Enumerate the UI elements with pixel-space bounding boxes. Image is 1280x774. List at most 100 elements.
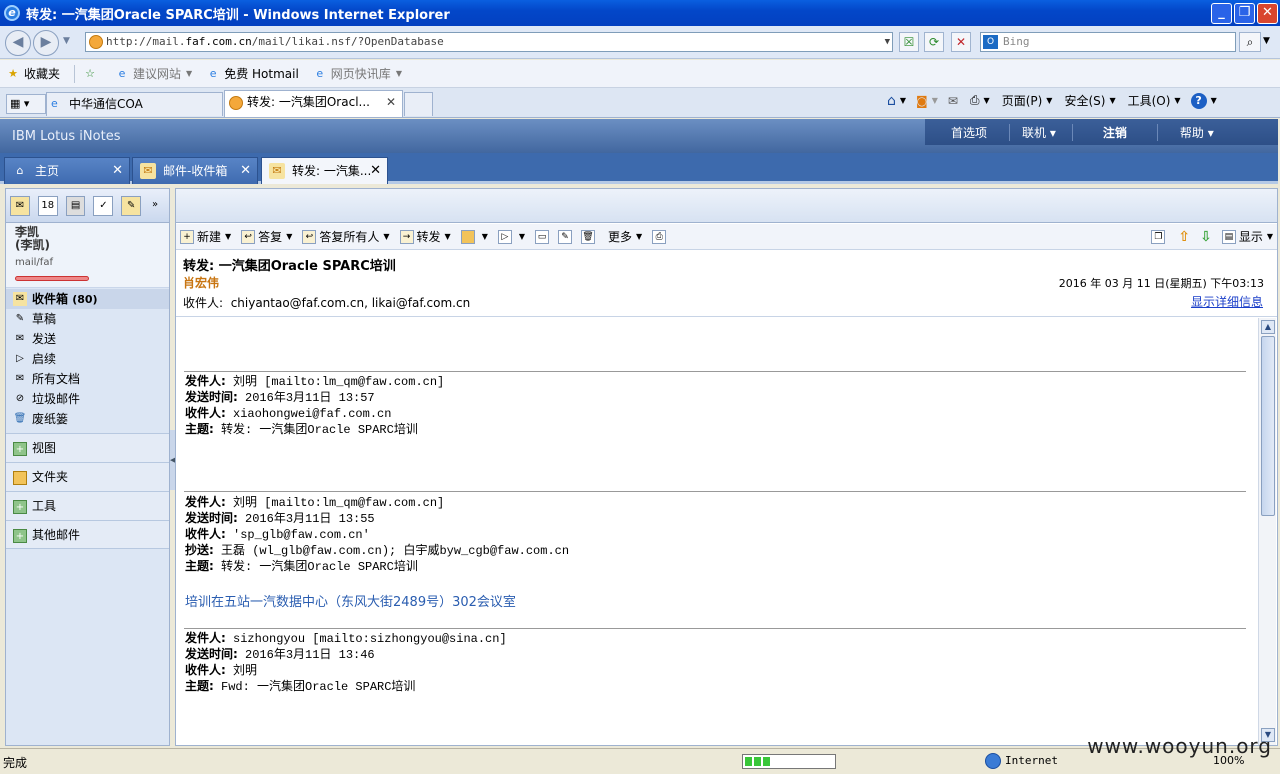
search-input[interactable]: O Bing [980,32,1236,52]
message-sender[interactable]: 肖宏伟 [183,274,219,291]
sidebar-item-junk[interactable]: ⊘ 垃圾邮件 [6,389,169,409]
move-to-folder-button[interactable]: ▼ [460,229,488,244]
sidebar-item-sent[interactable]: ✉ 发送 [6,329,169,349]
scroll-thumb[interactable] [1261,336,1275,516]
section-folders[interactable]: 文件夹 [6,462,169,491]
show-details-link[interactable]: 显示详细信息 [1191,293,1263,310]
sidebar-item-all-docs[interactable]: ✉ 所有文档 [6,369,169,389]
browser-tab-coa[interactable]: e 中华通信COA [46,92,223,116]
progress-bar [742,754,836,769]
next-button[interactable]: ⇩ [1200,229,1212,245]
reply-button[interactable]: ↩ 答复 ▼ [241,228,292,245]
sidebar-item-drafts[interactable]: ✎ 草稿 [6,309,169,329]
tab-inbox[interactable]: ✉ 邮件-收件箱 ✕ [132,157,258,184]
contacts-icon[interactable]: ▤ [65,195,86,216]
new-tab-button[interactable] [404,92,433,116]
section-views[interactable]: + 视图 [6,433,169,462]
section-other-mail[interactable]: + 其他邮件 [6,520,169,549]
url-field[interactable]: http://mail.faf.com.cn/mail/likai.nsf/?O… [85,32,893,52]
copy-button[interactable]: ❐ [1151,229,1168,244]
tab-home-label: 主页 [35,164,60,178]
more-button[interactable]: 更多 ▼ [608,228,642,245]
user-alt-name: (李凯) [15,238,50,252]
compat-view-icon[interactable]: ☒ [899,32,919,52]
calendar-icon[interactable]: 18 [37,195,58,216]
home-icon[interactable]: ⌂ [887,93,896,109]
url-dropdown-icon[interactable]: ▼ [885,33,890,51]
notebook-icon[interactable]: ✎ [121,195,142,216]
close-tab-icon[interactable]: ✕ [112,158,123,184]
section-tools[interactable]: + 工具 [6,491,169,520]
safety-menu[interactable]: 安全(S) [1064,92,1105,109]
close-tab-icon[interactable]: ✕ [240,158,251,184]
cc-value: 王磊 (wl_glb@faw.com.cn); 白宇威byw_cgb@faw.c… [221,544,570,558]
follow-up-button[interactable]: ▷ ▼ [497,229,525,244]
dropdown-icon[interactable]: ▼ [900,96,906,105]
tab-home[interactable]: ⌂ 主页 ✕ [4,157,130,184]
subject-value: Fwd: 一汽集团Oracle SPARC培训 [221,680,416,694]
dropdown-icon[interactable]: ▼ [932,96,938,105]
mail-icon[interactable]: ✉ [948,94,958,108]
expand-more-icon[interactable]: » [149,196,161,216]
tools-menu[interactable]: 工具(O) [1128,92,1171,109]
mail-app-icon[interactable]: ✉ [10,195,30,216]
sent-label: 发送时间: [185,390,238,404]
print-icon[interactable]: ⎙ [970,93,980,108]
print-button[interactable]: ⎙ [652,229,669,244]
logout-link[interactable]: 注销 [1073,123,1158,141]
stop-icon[interactable]: ✕ [951,32,971,52]
online-menu[interactable]: 联机 ▾ [1010,123,1073,141]
search-options-icon[interactable]: ▼ [1263,36,1270,46]
subject-label: 主题: [185,679,214,693]
quick-tabs-icon[interactable]: ▦ ▾ [6,94,46,114]
sidebar-item-trash[interactable]: 🗑 废纸篓 [6,409,169,429]
delete-button[interactable]: 🗑 [581,229,598,244]
show-menu[interactable]: ▤ 显示 ▼ [1221,228,1273,245]
reading-pane: + 新建 ▼ ↩ 答复 ▼ ↩ 答复所有人 ▼ → 转发 ▼ ▼ ▷ ▼ ▭ ✎ 🗑 更多 ▼ ⎙ … [175,188,1278,746]
tab-message[interactable]: ✉ 转发: 一汽集... ✕ [261,157,388,184]
new-doc-icon: + [180,229,194,244]
history-dropdown-icon[interactable]: ▼ [63,36,70,46]
todo-icon[interactable]: ✓ [93,195,114,216]
refresh-icon[interactable]: ⟳ [924,32,944,52]
page-menu[interactable]: 页面(P) [1002,92,1043,109]
sidebar-item-inbox[interactable]: ✉ 收件箱 (80) [6,289,169,309]
navigation-pane: ✉ 18 ▤ ✓ ✎ » 李凯 (李凯) mail/faf ✉ 收件箱 (80) … [5,188,170,746]
message-recipients: 收件人: chiyantao@faf.com.cn, likai@faf.com… [183,294,470,311]
message-scrollbar[interactable]: ▲ ▼ [1258,318,1276,745]
close-tab-icon[interactable]: ✕ [370,158,381,184]
scroll-up-icon[interactable]: ▲ [1261,320,1275,334]
close-window-button[interactable]: ✕ [1257,3,1278,24]
add-favorite-button[interactable]: ☆ [83,67,101,81]
section-label: 工具 [32,499,57,513]
preferences-link[interactable]: 首选项 [925,123,1011,141]
feeds-icon[interactable]: ◙ [916,94,928,108]
dropdown-icon[interactable]: ▼ [1211,96,1217,105]
maximize-button[interactable]: ❐ [1234,3,1255,24]
window-icon: ▭ [535,229,549,244]
flag-icon: ▷ [16,353,24,364]
help-menu[interactable]: 帮助 ▾ [1158,124,1226,141]
previous-button[interactable]: ⇧ [1178,229,1190,245]
sidebar-item-followup[interactable]: ▷ 启续 [6,349,169,369]
trash-icon: 🗑 [13,413,27,424]
forward-button[interactable]: ▶ [33,30,59,56]
back-button[interactable]: ◀ [5,30,31,56]
window-icon[interactable]: ▭ [535,229,552,244]
dropdown-icon[interactable]: ▼ [984,96,990,105]
sent-icon: ✉ [15,333,25,344]
help-icon[interactable]: ? [1190,92,1207,109]
new-button[interactable]: + 新建 ▼ [180,228,231,245]
folder-icon [13,471,27,485]
edit-button[interactable]: ✎ [558,229,575,244]
search-go-icon[interactable]: ⌕ [1239,32,1261,52]
favorites-button[interactable]: ★ 收藏夹 [6,65,60,82]
suggested-sites-link[interactable]: e 建议网站 ▼ [115,65,193,82]
web-slice-gallery-link[interactable]: e 网页快讯库 ▼ [313,65,402,82]
browser-tab-mail[interactable]: 转发: 一汽集团Oracl... ✕ [224,90,403,117]
forward-button[interactable]: → 转发 ▼ [399,228,451,245]
reply-all-button[interactable]: ↩ 答复所有人 ▼ [302,228,390,245]
minimize-button[interactable]: _ [1211,3,1232,24]
hotmail-link[interactable]: e 免费 Hotmail [206,65,299,82]
close-tab-icon[interactable]: ✕ [386,91,396,113]
